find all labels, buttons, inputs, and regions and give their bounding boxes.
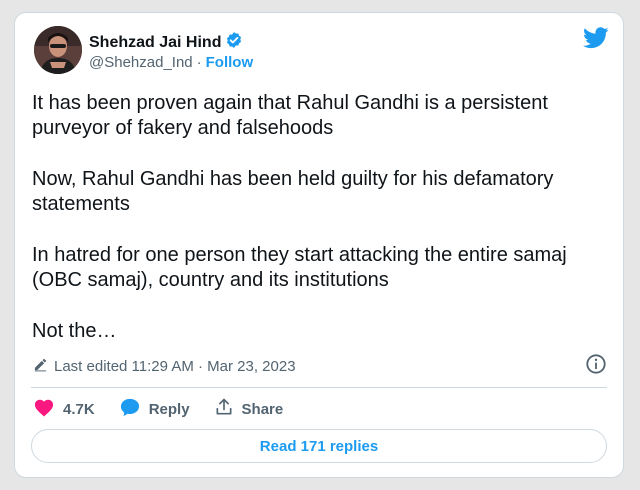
tweet-card: Shehzad Jai Hind @Shehzad_Ind · Follow I… [14,12,624,478]
divider [31,387,607,388]
share-button[interactable]: Share [214,397,284,421]
twitter-bird-icon[interactable] [583,27,609,54]
tweet-paragraph: In hatred for one person they start atta… [32,244,567,291]
heart-icon [33,397,55,421]
tweet-paragraph: Now, Rahul Gandhi has been held guilty f… [32,168,554,215]
edited-text: Last edited 11:29 AM · Mar 23, 2023 [54,358,296,375]
avatar[interactable] [34,26,82,74]
like-count: 4.7K [63,400,95,418]
author-handle[interactable]: @Shehzad_Ind [89,54,193,71]
separator-dot: · [196,54,202,71]
tweet-paragraph: Not the… [32,320,117,342]
tweet-paragraph: It has been proven again that Rahul Gand… [32,92,548,139]
handle-row: @Shehzad_Ind · Follow [89,54,253,71]
author-name[interactable]: Shehzad Jai Hind [89,31,243,54]
edited-timestamp[interactable]: Last edited 11:29 AM · Mar 23, 2023 [33,357,296,376]
read-replies-label: Read 171 replies [259,437,379,455]
share-label: Share [241,400,284,418]
reply-label: Reply [148,400,190,418]
like-button[interactable]: 4.7K [33,397,95,421]
pencil-icon [33,357,48,376]
share-upload-icon [214,397,234,421]
reply-button[interactable]: Reply [119,397,190,421]
read-replies-button[interactable]: Read 171 replies [31,429,607,463]
author-name-text: Shehzad Jai Hind [89,33,222,51]
verified-badge-icon [225,31,243,54]
action-bar: 4.7K Reply Share [33,397,307,421]
tweet-text: It has been proven again that Rahul Gand… [32,91,607,344]
info-icon[interactable] [585,353,607,380]
follow-button[interactable]: Follow [206,54,254,71]
speech-bubble-icon [119,397,141,421]
